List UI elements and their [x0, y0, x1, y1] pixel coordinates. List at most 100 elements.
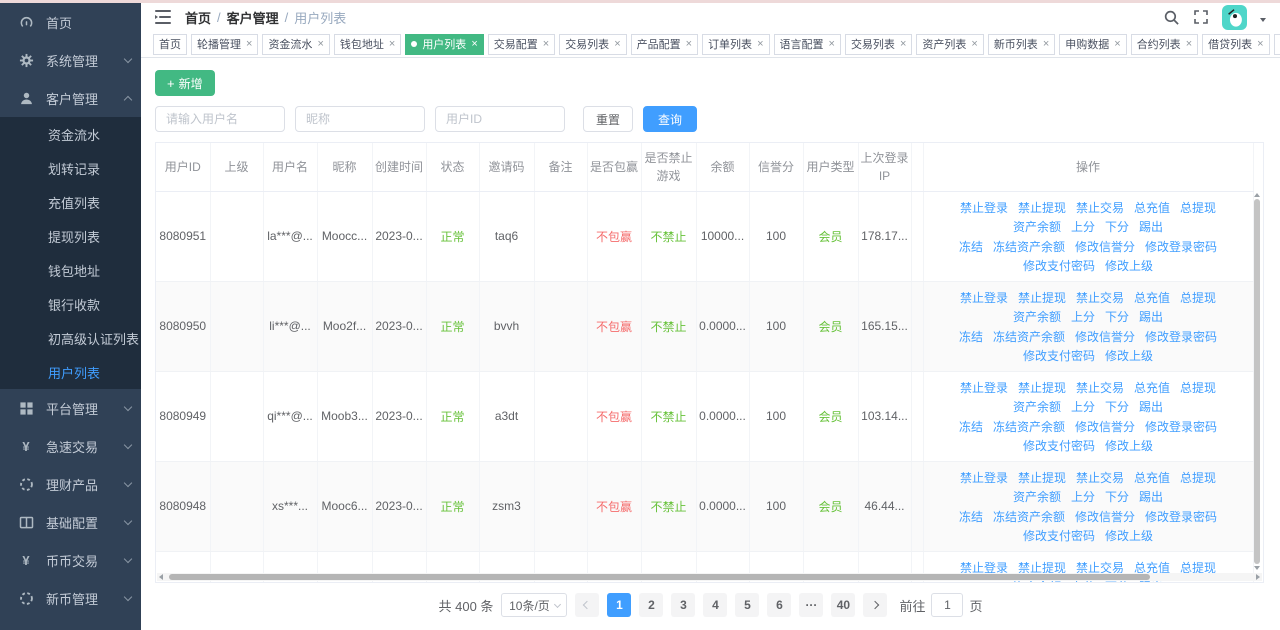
next-page-button[interactable] — [863, 593, 888, 617]
action-link[interactable]: 冻结 — [959, 418, 983, 435]
close-icon[interactable]: × — [543, 38, 549, 50]
action-link[interactable]: 资产余额 — [1013, 218, 1061, 235]
sidebar-item-fast-trade[interactable]: ¥ 急速交易 — [0, 427, 141, 465]
tab-首页[interactable]: 首页 — [153, 33, 187, 55]
action-link[interactable]: 禁止提现 — [1018, 199, 1066, 216]
close-icon[interactable]: × — [1043, 38, 1049, 50]
action-link[interactable]: 禁止交易 — [1076, 469, 1124, 486]
userid-input[interactable] — [435, 106, 565, 132]
search-button[interactable]: 查询 — [643, 106, 698, 132]
sidebar-item-bank-collection[interactable]: 银行收款 — [0, 287, 141, 321]
hamburger-icon[interactable] — [155, 10, 171, 24]
sidebar-item-coin-trade[interactable]: ¥ 币币交易 — [0, 541, 141, 579]
action-link[interactable]: 上分 — [1071, 398, 1095, 415]
sidebar-item-customer-management[interactable]: 客户管理 — [0, 79, 141, 117]
action-link[interactable]: 禁止交易 — [1076, 199, 1124, 216]
vertical-scrollbar[interactable] — [1253, 193, 1261, 570]
sidebar-item-platform-management[interactable]: 平台管理 — [0, 389, 141, 427]
search-icon[interactable] — [1163, 9, 1180, 26]
action-link[interactable]: 踢出 — [1139, 218, 1163, 235]
action-link[interactable]: 修改信誉分 — [1075, 328, 1135, 345]
action-link[interactable]: 修改信誉分 — [1075, 508, 1135, 525]
action-link[interactable]: 总充值 — [1134, 289, 1170, 306]
username-input[interactable] — [155, 106, 285, 132]
action-link[interactable]: 修改支付密码 — [1023, 527, 1095, 544]
sidebar-item-basic-config[interactable]: 基础配置 — [0, 503, 141, 541]
scroll-down-icon[interactable] — [1254, 566, 1260, 570]
action-link[interactable]: 上分 — [1071, 308, 1095, 325]
close-icon[interactable]: × — [900, 38, 906, 50]
tab-交易列表[interactable]: 交易列表 × — [844, 33, 913, 55]
reset-button[interactable]: 重置 — [583, 106, 634, 132]
tab-借贷列表[interactable]: 借贷列表 × — [1202, 33, 1270, 55]
sidebar-item-new-coin-management[interactable]: 新币管理 — [0, 579, 141, 617]
action-link[interactable]: 总充值 — [1134, 469, 1170, 486]
sidebar-item-home[interactable]: 首页 — [0, 3, 141, 41]
tab-合约列表[interactable]: 合约列表 × — [1130, 33, 1199, 55]
sidebar-item-withdraw-list[interactable]: 提现列表 — [0, 219, 141, 253]
nickname-input[interactable] — [295, 106, 425, 132]
action-link[interactable]: 冻结资产余额 — [993, 418, 1065, 435]
action-link[interactable]: 下分 — [1105, 398, 1129, 415]
action-link[interactable]: 下分 — [1105, 308, 1129, 325]
scroll-left-icon[interactable] — [159, 574, 163, 580]
sidebar-item-fund-flow[interactable]: 资金流水 — [0, 117, 141, 151]
close-icon[interactable]: × — [757, 38, 763, 50]
add-user-button[interactable]: + 新增 — [155, 70, 215, 96]
breadcrumb-item[interactable]: 首页 — [185, 8, 211, 27]
tab-申购数据[interactable]: 申购数据 × — [1059, 33, 1127, 55]
vertical-scrollbar-thumb[interactable] — [1254, 199, 1260, 564]
tab-轮播管理[interactable]: 轮播管理 × — [191, 33, 259, 55]
action-link[interactable]: 修改登录密码 — [1145, 238, 1217, 255]
action-link[interactable]: 禁止登录 — [960, 199, 1008, 216]
action-link[interactable]: 禁止登录 — [960, 289, 1008, 306]
page-button-5[interactable]: 5 — [735, 593, 760, 617]
action-link[interactable]: 上分 — [1071, 218, 1095, 235]
fullscreen-icon[interactable] — [1193, 9, 1209, 25]
sidebar-item-wallet-address[interactable]: 钱包地址 — [0, 253, 141, 287]
action-link[interactable]: 踢出 — [1139, 488, 1163, 505]
action-link[interactable]: 上分 — [1071, 488, 1095, 505]
scroll-right-icon[interactable] — [1256, 574, 1260, 580]
close-icon[interactable]: × — [971, 38, 977, 50]
tab-产品配置[interactable]: 产品配置 × — [630, 33, 699, 55]
close-icon[interactable]: × — [317, 38, 323, 50]
scroll-up-icon[interactable] — [1254, 193, 1260, 197]
sidebar-item-kyc-list[interactable]: 初高级认证列表 — [0, 321, 141, 355]
action-link[interactable]: 总提现 — [1180, 469, 1216, 486]
close-icon[interactable]: × — [1114, 38, 1120, 50]
horizontal-scrollbar[interactable] — [157, 573, 1262, 581]
tab-资金流水[interactable]: 资金流水 × — [262, 33, 330, 55]
sidebar-item-contract-list[interactable]: 合约列表 — [0, 617, 141, 630]
action-link[interactable]: 禁止交易 — [1076, 379, 1124, 396]
tab-用户列表[interactable]: 用户列表 × — [405, 33, 484, 55]
close-icon[interactable]: × — [1186, 38, 1192, 50]
close-icon[interactable]: × — [246, 38, 252, 50]
close-icon[interactable]: × — [686, 38, 692, 50]
close-icon[interactable]: × — [389, 38, 395, 50]
action-link[interactable]: 修改信誉分 — [1075, 238, 1135, 255]
action-link[interactable]: 下分 — [1105, 218, 1129, 235]
action-link[interactable]: 修改上级 — [1105, 347, 1153, 364]
action-link[interactable]: 修改上级 — [1105, 527, 1153, 544]
action-link[interactable]: 踢出 — [1139, 308, 1163, 325]
action-link[interactable]: 修改支付密码 — [1023, 257, 1095, 274]
action-link[interactable]: 修改上级 — [1105, 257, 1153, 274]
close-icon[interactable]: × — [1257, 38, 1263, 50]
action-link[interactable]: 修改支付密码 — [1023, 347, 1095, 364]
tab-交易列表[interactable]: 交易列表 × — [559, 33, 627, 55]
action-link[interactable]: 冻结 — [959, 328, 983, 345]
action-link[interactable]: 冻结资产余额 — [993, 238, 1065, 255]
horizontal-scrollbar-thumb[interactable] — [169, 574, 1150, 580]
more-pages-button[interactable]: ··· — [799, 593, 824, 617]
action-link[interactable]: 总提现 — [1180, 289, 1216, 306]
breadcrumb-item[interactable]: 客户管理 — [227, 8, 279, 27]
page-button-4[interactable]: 4 — [703, 593, 728, 617]
sidebar-item-transfer-records[interactable]: 划转记录 — [0, 151, 141, 185]
sidebar-item-system-management[interactable]: 系统管理 — [0, 41, 141, 79]
action-link[interactable]: 踢出 — [1139, 398, 1163, 415]
page-size-select[interactable]: 10条/页 — [501, 593, 568, 617]
action-link[interactable]: 资产余额 — [1013, 488, 1061, 505]
page-button-3[interactable]: 3 — [671, 593, 696, 617]
action-link[interactable]: 修改登录密码 — [1145, 328, 1217, 345]
